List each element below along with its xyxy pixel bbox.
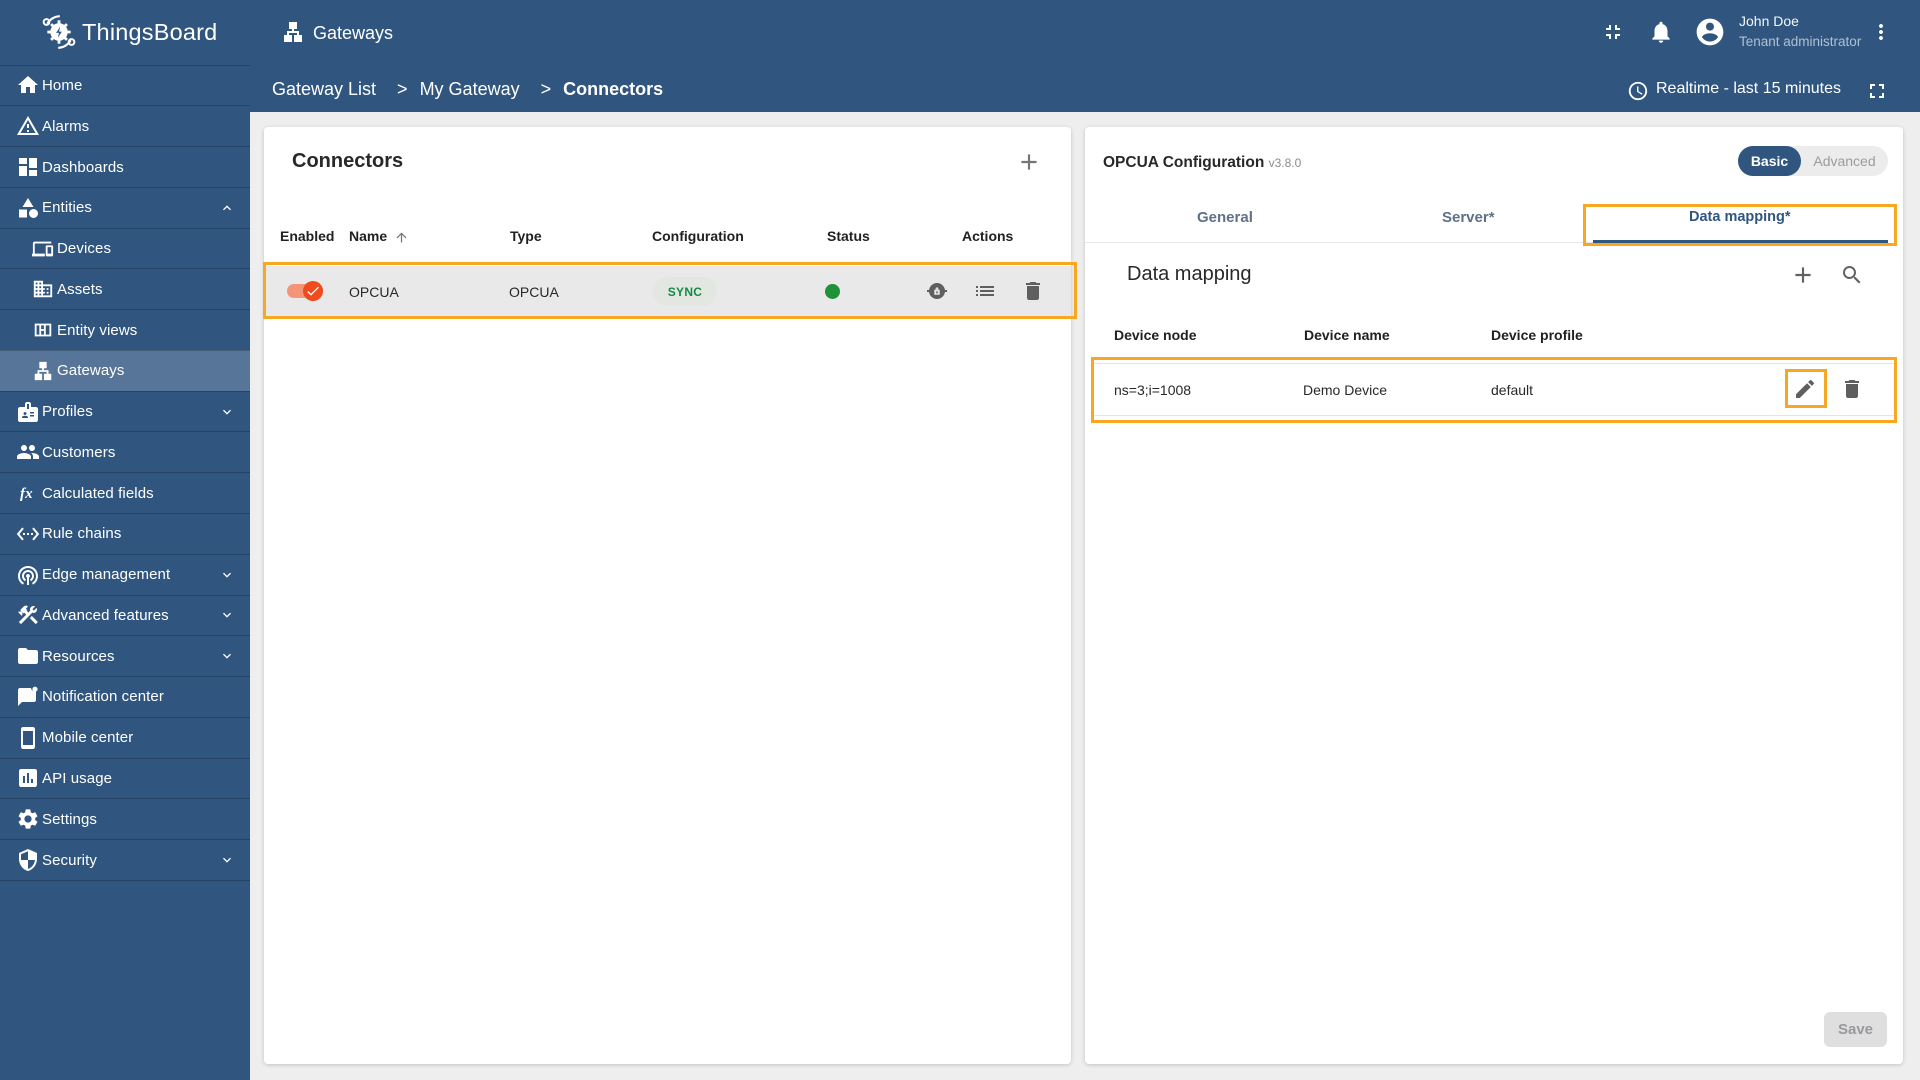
svg-text:fx: fx [20,486,33,502]
